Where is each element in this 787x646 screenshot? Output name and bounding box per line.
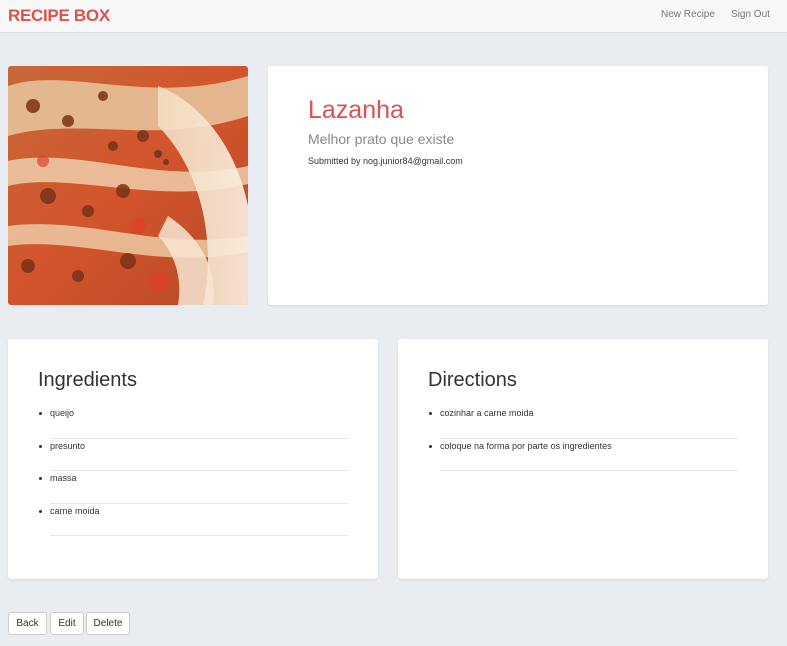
direction-item: coloque na forma por parte os ingredient… [429, 439, 738, 471]
directions-card: Directions cozinhar a carne moida coloqu… [398, 339, 768, 579]
ingredient-item: carne moida [39, 504, 348, 536]
ingredients-card: Ingredients queijo presunto massa carne … [8, 339, 378, 579]
recipe-title: Lazanha [308, 96, 404, 124]
recipe-photo [8, 66, 248, 305]
ingredient-item: queijo [39, 406, 348, 439]
submitted-by-text: Submitted by nog.junior84@gmail.com [308, 156, 463, 166]
top-navbar: RECIPE BOX New Recipe Sign Out [0, 0, 787, 33]
sign-out-link[interactable]: Sign Out [731, 9, 770, 20]
new-recipe-link[interactable]: New Recipe [661, 9, 715, 20]
ingredients-title: Ingredients [38, 369, 137, 391]
directions-list: cozinhar a carne moida coloque na forma … [429, 406, 738, 471]
delete-button[interactable]: Delete [86, 612, 130, 635]
recipe-summary-card: Lazanha Melhor prato que existe Submitte… [268, 66, 768, 305]
back-button[interactable]: Back [8, 612, 47, 635]
brand-logo-link[interactable]: RECIPE BOX [8, 6, 110, 26]
directions-title: Directions [428, 369, 517, 391]
recipe-subtitle: Melhor prato que existe [308, 131, 455, 147]
ingredients-list: queijo presunto massa carne moida [39, 406, 348, 536]
direction-item: cozinhar a carne moida [429, 406, 738, 439]
ingredient-item: massa [39, 471, 348, 504]
edit-button[interactable]: Edit [50, 612, 84, 635]
ingredient-item: presunto [39, 439, 348, 471]
